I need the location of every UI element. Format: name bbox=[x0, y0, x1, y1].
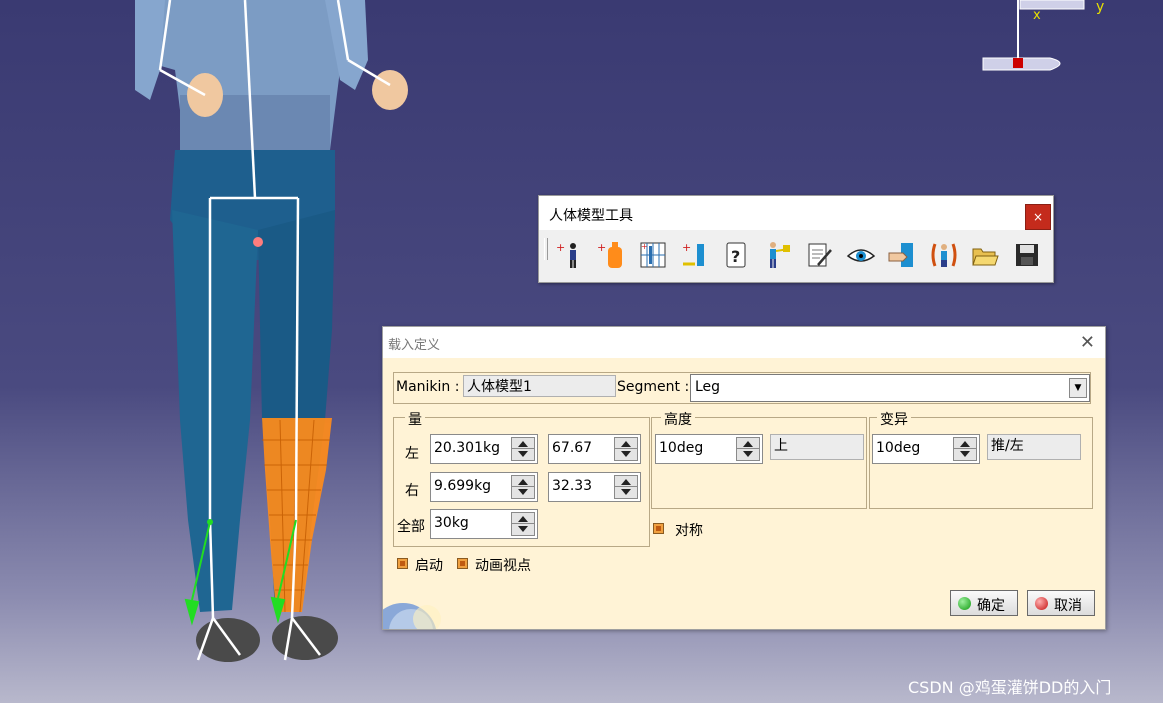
dialog-close-button[interactable]: ✕ bbox=[1080, 332, 1095, 353]
variation-angle-stepper[interactable] bbox=[953, 437, 977, 461]
open-folder-icon[interactable] bbox=[970, 240, 1000, 270]
right-label: 右 bbox=[405, 483, 419, 499]
right-mass-stepper[interactable] bbox=[511, 475, 535, 499]
left-mass-stepper[interactable] bbox=[511, 437, 535, 461]
manikin-insert-icon[interactable]: + bbox=[555, 240, 585, 270]
height-angle-stepper[interactable] bbox=[736, 437, 760, 461]
cancel-icon bbox=[1035, 597, 1048, 610]
cancel-button[interactable]: 取消 bbox=[1027, 590, 1095, 616]
axis-x-label: x bbox=[1033, 8, 1041, 23]
right-mass-spinner[interactable]: 9.699kg bbox=[430, 472, 538, 502]
total-mass-stepper[interactable] bbox=[511, 512, 535, 536]
toolbar-close-button[interactable]: × bbox=[1025, 204, 1051, 230]
right-percent-spinner[interactable]: 32.33 bbox=[548, 472, 641, 502]
variation-angle-spinner[interactable]: 10deg bbox=[872, 434, 980, 464]
left-percent-spinner[interactable]: 67.67 bbox=[548, 434, 641, 464]
symmetric-label: 对称 bbox=[675, 523, 703, 539]
save-disk-icon[interactable] bbox=[1012, 240, 1042, 270]
total-mass-value: 30kg bbox=[434, 515, 469, 531]
load-definition-dialog[interactable]: 载入定义 ✕ Manikin : 人体模型1 Segment : Leg ▼ 量… bbox=[382, 326, 1106, 630]
symmetric-checkbox[interactable] bbox=[653, 523, 664, 534]
variation-group-label: 变异 bbox=[877, 409, 911, 429]
animate-view-checkbox[interactable] bbox=[457, 558, 468, 569]
ok-button[interactable]: 确定 bbox=[950, 590, 1018, 616]
variation-angle-value: 10deg bbox=[876, 440, 921, 456]
dialog-title: 载入定义 bbox=[388, 338, 441, 353]
left-mass-value: 20.301kg bbox=[434, 440, 500, 456]
variation-direction-field: 推/左 bbox=[987, 434, 1081, 460]
manikin-tools-toolbar[interactable]: 人体模型工具 × + + + + ? bbox=[538, 195, 1054, 283]
left-percent-value: 67.67 bbox=[552, 440, 593, 456]
animate-view-label: 动画视点 bbox=[475, 558, 531, 574]
start-checkbox[interactable] bbox=[397, 558, 408, 569]
svg-text:?: ? bbox=[731, 247, 740, 266]
total-mass-spinner[interactable]: 30kg bbox=[430, 509, 538, 539]
left-percent-stepper[interactable] bbox=[614, 437, 638, 461]
ok-icon bbox=[958, 597, 971, 610]
left-mass-spinner[interactable]: 20.301kg bbox=[430, 434, 538, 464]
report-edit-icon[interactable] bbox=[804, 240, 834, 270]
toolbar-grip-handle[interactable] bbox=[544, 238, 548, 260]
load-group-label: 量 bbox=[405, 409, 425, 429]
toolbar-title: 人体模型工具 bbox=[549, 208, 633, 224]
chevron-down-icon[interactable]: ▼ bbox=[1069, 378, 1087, 398]
manikin-field: 人体模型1 bbox=[463, 375, 616, 397]
svg-text:+: + bbox=[556, 241, 565, 254]
watermark-text: CSDN @鸡蛋灌饼DD的入门 bbox=[908, 678, 1112, 697]
segment-select-value: Leg bbox=[695, 379, 721, 395]
reach-manikin-icon[interactable] bbox=[763, 240, 793, 270]
hand-transfer-icon[interactable] bbox=[887, 240, 917, 270]
insert-segment-icon[interactable]: + bbox=[680, 240, 710, 270]
toolbar-title-bar[interactable]: 人体模型工具 × bbox=[539, 196, 1053, 230]
svg-text:+: + bbox=[597, 241, 606, 254]
height-direction-field: 上 bbox=[770, 434, 864, 460]
height-angle-spinner[interactable]: 10deg bbox=[655, 434, 763, 464]
start-label: 启动 bbox=[415, 558, 443, 574]
right-percent-stepper[interactable] bbox=[614, 475, 638, 499]
toolbar-icon-row: + + + + ? bbox=[555, 240, 1053, 274]
manikin-figure bbox=[135, 0, 408, 662]
vision-eye-icon[interactable] bbox=[846, 240, 876, 270]
right-mass-value: 9.699kg bbox=[434, 478, 492, 494]
grid-chart-icon[interactable]: + bbox=[638, 240, 668, 270]
right-percent-value: 32.33 bbox=[552, 478, 593, 494]
ok-button-label: 确定 bbox=[977, 598, 1005, 614]
globe-logo-icon bbox=[383, 603, 441, 629]
segment-label: Segment : bbox=[617, 379, 690, 395]
cancel-button-label: 取消 bbox=[1054, 598, 1082, 614]
svg-text:+: + bbox=[641, 242, 648, 251]
left-label: 左 bbox=[405, 446, 419, 462]
help-question-icon[interactable]: ? bbox=[721, 240, 751, 270]
segment-select[interactable]: Leg ▼ bbox=[690, 374, 1090, 402]
height-angle-value: 10deg bbox=[659, 440, 704, 456]
axis-y-label: y bbox=[1096, 0, 1104, 15]
dialog-title-bar[interactable]: 载入定义 ✕ bbox=[383, 327, 1105, 358]
height-group-label: 高度 bbox=[661, 409, 695, 429]
bottle-load-icon[interactable]: + bbox=[597, 240, 627, 270]
total-label: 全部 bbox=[397, 519, 425, 535]
figure-chain-icon[interactable] bbox=[929, 240, 959, 270]
manikin-label: Manikin : bbox=[396, 379, 460, 395]
svg-text:+: + bbox=[682, 241, 691, 254]
